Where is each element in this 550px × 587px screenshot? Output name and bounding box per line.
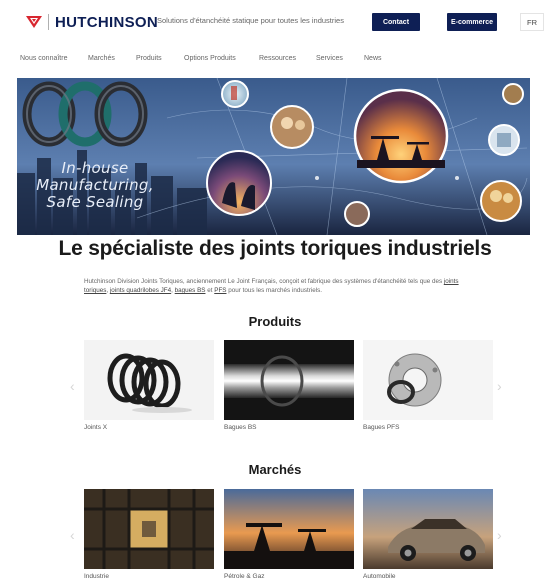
hero-banner[interactable]: In-house Manufacturing, Safe Sealing (17, 78, 530, 235)
product-image-joints-x (84, 340, 214, 420)
nav-item-news[interactable]: News (364, 55, 382, 62)
nav-item-produits[interactable]: Produits (136, 55, 162, 62)
link-joints-quadrilobes[interactable]: joints quadrilobes JF4 (110, 287, 171, 294)
contact-button[interactable]: Contact (372, 13, 420, 31)
hero-illustration (17, 78, 530, 235)
product-card-bagues-bs[interactable]: Bagues BS (224, 340, 354, 432)
intro-text-and: et (207, 287, 213, 294)
market-image-automobile (363, 489, 493, 569)
product-card-joints-x[interactable]: Joints X (84, 340, 214, 432)
ecommerce-button[interactable]: E-commerce (447, 13, 497, 31)
product-label-bagues-pfs: Bagues PFS (363, 424, 400, 431)
product-card-bagues-pfs[interactable]: Bagues PFS (363, 340, 493, 432)
top-header: HUTCHINSON Solutions d'étanchéité statiq… (0, 0, 550, 44)
nav-item-options-produits[interactable]: Options Produits (184, 55, 236, 62)
page-title: Le spécialiste des joints toriques indus… (58, 237, 492, 260)
market-image-industrie (84, 489, 214, 569)
link-bagues-bs[interactable]: bagues BS (175, 287, 206, 294)
market-image-petrole-gaz (224, 489, 354, 569)
nav-item-nous-connaitre[interactable]: Nous connaître (20, 55, 67, 62)
produits-next-arrow-icon[interactable]: › (497, 378, 502, 394)
language-selector[interactable]: FR (520, 13, 544, 31)
hero-slogan-line2: Manufacturing, (36, 176, 154, 194)
produits-prev-arrow-icon[interactable]: ‹ (70, 378, 75, 394)
brand-logo[interactable]: HUTCHINSON (24, 11, 158, 33)
main-nav: Nous connaître Marchés Produits Options … (0, 50, 550, 70)
nav-item-ressources[interactable]: Ressources (259, 55, 296, 62)
marches-prev-arrow-icon[interactable]: ‹ (70, 527, 75, 543)
product-image-bagues-bs (224, 340, 354, 420)
intro-paragraph: Hutchinson Division Joints Toriques, anc… (84, 278, 459, 294)
hero-slogan: In-house Manufacturing, Safe Sealing (35, 160, 155, 211)
intro-text-end: pour tous les marchés industriels. (228, 287, 323, 294)
market-label-industrie: Industrie (84, 573, 109, 580)
header-tagline: Solutions d'étanchéité statique pour tou… (157, 16, 344, 25)
marches-heading: Marchés (248, 462, 302, 477)
brand-name: HUTCHINSON (55, 13, 158, 31)
market-card-petrole-gaz[interactable]: Pétrole & Gaz (224, 489, 354, 581)
product-label-bagues-bs: Bagues BS (224, 424, 257, 431)
produits-heading: Produits (248, 314, 302, 329)
hutchinson-logo-icon (26, 16, 42, 28)
intro-text-2: tels que des (408, 278, 443, 285)
marches-next-arrow-icon[interactable]: › (497, 527, 502, 543)
market-label-petrole-gaz: Pétrole & Gaz (224, 573, 265, 580)
hero-slogan-line1: In-house (61, 159, 129, 177)
market-card-industrie[interactable]: Industrie (84, 489, 214, 581)
market-label-automobile: Automobile (363, 573, 396, 580)
logo-divider (48, 14, 49, 30)
intro-text-1: Hutchinson Division Joints Toriques, anc… (84, 278, 407, 285)
hero-slogan-line3: Safe Sealing (46, 193, 144, 211)
market-card-automobile[interactable]: Automobile (363, 489, 493, 581)
product-label-joints-x: Joints X (84, 424, 108, 431)
nav-item-marches[interactable]: Marchés (88, 55, 115, 62)
nav-item-services[interactable]: Services (316, 55, 343, 62)
link-pfs[interactable]: PFS (214, 287, 226, 294)
product-image-bagues-pfs (363, 340, 493, 420)
